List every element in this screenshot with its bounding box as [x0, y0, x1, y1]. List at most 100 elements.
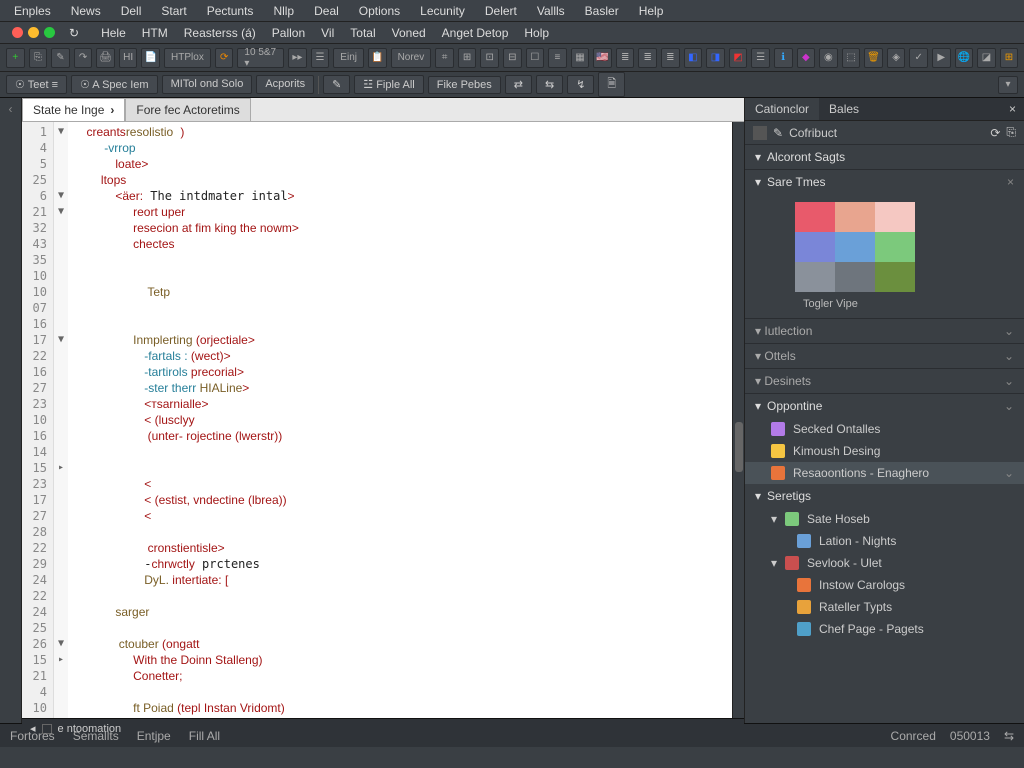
menu-enples[interactable]: Enples	[6, 2, 59, 20]
menu-pectunts[interactable]: Pectunts	[199, 2, 262, 20]
toolbar2-icon[interactable]: ⇆	[536, 75, 563, 94]
toolbar-button[interactable]: +	[6, 48, 25, 68]
tree-item[interactable]: ▾ Sate Hoseb	[745, 508, 1024, 530]
toolbar-button[interactable]: ⬚	[842, 48, 861, 68]
tree-item[interactable]: Chef Page - Pagets	[783, 618, 1024, 640]
toolbar-button[interactable]: 📋	[368, 48, 387, 68]
toolbar2-icon[interactable]: ↯	[567, 75, 594, 94]
menu-options[interactable]: Options	[351, 2, 408, 20]
toolbar-button[interactable]: ✓	[909, 48, 928, 68]
menu2-pallon[interactable]: Pallon	[266, 24, 311, 42]
toolbar-button[interactable]: ⟳	[215, 48, 234, 68]
toolbar-button[interactable]: ≣	[638, 48, 657, 68]
menu2-htm[interactable]: HTM	[136, 24, 174, 42]
editor-tab[interactable]: State he Inge ›	[22, 98, 125, 121]
section-oppontine[interactable]: ▾ Oppontine⌄	[745, 394, 1024, 418]
toolbar2-button[interactable]: ☉ A Spec Iem	[71, 75, 158, 94]
editor-tab[interactable]: Fore fec Actoretims	[125, 98, 250, 121]
toolbar-button[interactable]: ↷	[74, 48, 93, 68]
status-item[interactable]: Fortores	[10, 729, 55, 743]
tree-item[interactable]: Instow Carologs	[783, 574, 1024, 596]
menu2-hele[interactable]: Hele	[95, 24, 132, 42]
toolbar2-icon[interactable]: ⇄	[505, 75, 532, 94]
menu-start[interactable]: Start	[153, 2, 194, 20]
color-swatch[interactable]	[835, 232, 875, 262]
toolbar2-button[interactable]: MITol ond Solo	[162, 75, 253, 94]
fold-gutter[interactable]: ▼▼▼▼▸▼▸	[54, 122, 68, 718]
toolbar-button[interactable]: ☰	[751, 48, 770, 68]
menu-help[interactable]: Help	[631, 2, 672, 20]
section-swatches[interactable]: ▾ Sare Tmes×	[745, 170, 1024, 194]
panel-item[interactable]: Kimoush Desing	[745, 440, 1024, 462]
toolbar-button[interactable]: ◩	[729, 48, 748, 68]
menu-vallls[interactable]: Vallls	[529, 2, 573, 20]
menu-nllp[interactable]: Nllp	[265, 2, 302, 20]
menu2-total[interactable]: Total	[344, 24, 381, 42]
toolbar-button[interactable]: ◪	[977, 48, 996, 68]
color-swatch[interactable]	[875, 262, 915, 292]
toolbar-button[interactable]: ⊡	[480, 48, 499, 68]
section-collapsed[interactable]: ▾ Ottels⌄	[745, 344, 1024, 368]
toolbar-button[interactable]: ☐	[526, 48, 545, 68]
refresh-icon[interactable]: ⟳	[990, 126, 1000, 140]
color-swatch[interactable]	[795, 202, 835, 232]
toolbar2-icon[interactable]: ✎	[323, 75, 350, 94]
toolbar-button[interactable]: 10 5&7 ▾	[237, 48, 284, 68]
status-item[interactable]: Entjpe	[137, 729, 171, 743]
toolbar-button[interactable]: ◈	[887, 48, 906, 68]
toolbar-button[interactable]: ⎘	[29, 48, 48, 68]
close-icon[interactable]: ×	[1001, 98, 1024, 120]
toolbar-button[interactable]: Norev	[391, 48, 432, 68]
dropdown-icon[interactable]: ▾	[998, 76, 1018, 94]
toolbar-button[interactable]: ≣	[616, 48, 635, 68]
menu2-holp[interactable]: Holp	[518, 24, 555, 42]
window-control[interactable]	[12, 27, 23, 38]
menu-deal[interactable]: Deal	[306, 2, 347, 20]
toolbar-button[interactable]: ◆	[797, 48, 816, 68]
toolbar-button[interactable]: 🗑	[864, 48, 883, 68]
toolbar-button[interactable]: ⌗	[435, 48, 454, 68]
toolbar-button[interactable]: ≡	[548, 48, 567, 68]
section-collapsed[interactable]: ▾ Desinets⌄	[745, 369, 1024, 393]
status-item[interactable]: Semallts	[73, 729, 119, 743]
scrollbar-vertical[interactable]	[732, 122, 744, 718]
toolbar-button[interactable]: ▸▸	[288, 48, 307, 68]
color-swatch[interactable]	[835, 202, 875, 232]
panel-item[interactable]: Secked Ontalles	[745, 418, 1024, 440]
status-item[interactable]: Fill All	[189, 729, 220, 743]
menu-news[interactable]: News	[63, 2, 109, 20]
tree-item[interactable]: ▾ Sevlook - Ulet	[745, 552, 1024, 574]
toolbar-button[interactable]: ◧	[684, 48, 703, 68]
toolbar2-button[interactable]: Acporits	[256, 75, 314, 94]
menu2-voned[interactable]: Voned	[386, 24, 432, 42]
tree-item[interactable]: Lation - Nights	[783, 530, 1024, 552]
menu2-reasterss-[interactable]: Reasterss (á)	[178, 24, 262, 42]
copy-icon[interactable]: ⎘	[1006, 125, 1016, 140]
toolbar-button[interactable]: 📄	[141, 48, 160, 68]
toolbar-button[interactable]: ✎	[51, 48, 70, 68]
pencil-icon[interactable]: ✎	[773, 126, 783, 140]
menu-delert[interactable]: Delert	[477, 2, 525, 20]
tree-item[interactable]: Rateller Typts	[783, 596, 1024, 618]
menu-basler[interactable]: Basler	[577, 2, 627, 20]
color-swatch[interactable]	[795, 262, 835, 292]
toolbar-button[interactable]: ℹ	[774, 48, 793, 68]
color-swatch[interactable]	[835, 262, 875, 292]
toolbar2-icon[interactable]: Fike Pebes	[428, 76, 501, 94]
toolbar-button[interactable]: ⊞	[1000, 48, 1019, 68]
window-control[interactable]	[44, 27, 55, 38]
toolbar-button[interactable]: ⊟	[503, 48, 522, 68]
section-alcoront[interactable]: ▾ Alcoront Sagts	[745, 145, 1024, 169]
menu-lecunity[interactable]: Lecunity	[412, 2, 473, 20]
section-settings[interactable]: ▾ Seretigs	[745, 484, 1024, 508]
color-swatch[interactable]	[795, 232, 835, 262]
panel-tab-main[interactable]: Cationclor	[745, 98, 819, 120]
item-selected[interactable]: Resaoontions - Enaghero⌄	[745, 462, 1024, 484]
toolbar-button[interactable]: ☰	[311, 48, 330, 68]
toolbar-button[interactable]: Einj	[333, 48, 364, 68]
toolbar-button[interactable]: ≣	[661, 48, 680, 68]
toolbar-button[interactable]: 🖨	[96, 48, 115, 68]
left-gutter-toggle[interactable]: ‹	[0, 98, 22, 723]
toolbar2-button[interactable]: ☉ Teet ≡	[6, 75, 67, 94]
menu2-vil[interactable]: Vil	[315, 24, 340, 42]
